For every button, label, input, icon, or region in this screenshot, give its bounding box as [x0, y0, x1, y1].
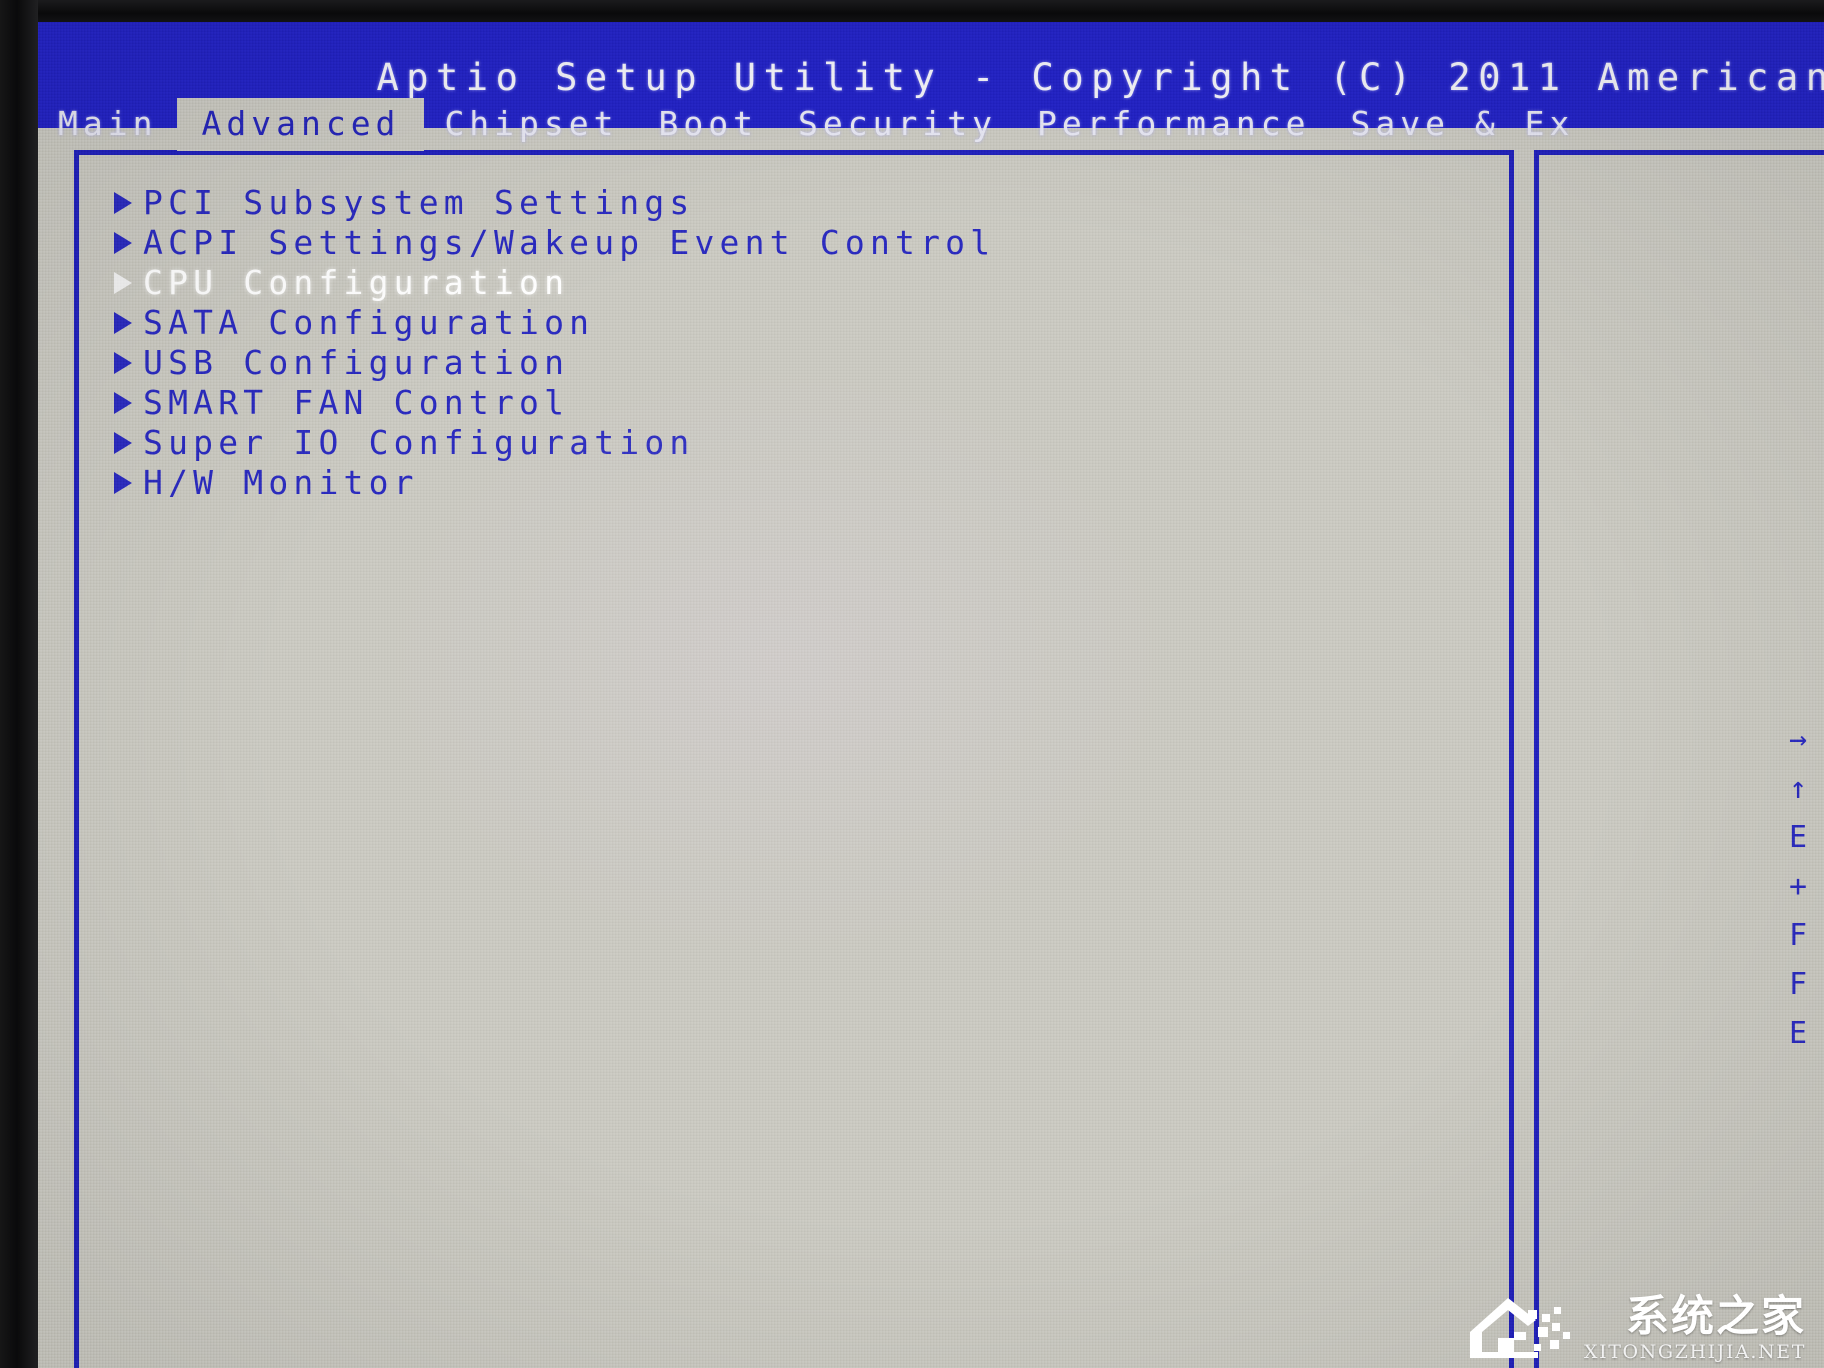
menu-item-cpu-configuration[interactable]: CPU Configuration: [103, 263, 1499, 303]
menu-item-label: PCI Subsystem Settings: [143, 183, 695, 222]
help-line: +: [1789, 869, 1812, 904]
menu-item-label: ACPI Settings/Wakeup Event Control: [143, 223, 996, 262]
tab-chipset[interactable]: Chipset: [424, 98, 638, 151]
tab-boot[interactable]: Boot: [639, 98, 778, 151]
menu-item-label: Super IO Configuration: [143, 423, 695, 462]
help-line: →: [1789, 722, 1812, 757]
help-line: E: [1789, 820, 1812, 855]
tab-security[interactable]: Security: [778, 98, 1017, 151]
tab-performance[interactable]: Performance: [1017, 98, 1331, 151]
menu-item-sata-configuration[interactable]: SATA Configuration: [103, 303, 1499, 343]
triangle-right-icon: [103, 230, 143, 256]
menu-item-usb-configuration[interactable]: USB Configuration: [103, 343, 1499, 383]
triangle-right-icon: [103, 310, 143, 336]
triangle-right-icon: [103, 430, 143, 456]
triangle-right-icon: [103, 350, 143, 376]
monitor-bezel-top: [0, 0, 1824, 22]
help-line: F: [1789, 918, 1812, 953]
triangle-right-icon: [103, 190, 143, 216]
menu-item-acpi-settings-wakeup-event-control[interactable]: ACPI Settings/Wakeup Event Control: [103, 223, 1499, 263]
menu-item-hw-monitor[interactable]: H/W Monitor: [103, 463, 1499, 503]
settings-menu-list[interactable]: PCI Subsystem Settings ACPI Settings/Wak…: [103, 183, 1499, 503]
bios-body: PCI Subsystem Settings ACPI Settings/Wak…: [38, 128, 1824, 1368]
tab-advanced[interactable]: Advanced: [177, 98, 425, 151]
monitor-bezel-left: [0, 0, 38, 1368]
menu-item-super-io-configuration[interactable]: Super IO Configuration: [103, 423, 1499, 463]
tab-bar[interactable]: Main Advanced Chipset Boot Security Perf…: [38, 98, 1595, 151]
help-key-list: → ↑ E + F F E: [1789, 715, 1824, 1058]
help-line: F: [1789, 967, 1812, 1002]
menu-item-label: H/W Monitor: [143, 463, 419, 502]
tab-save-and-exit[interactable]: Save & Ex: [1331, 98, 1595, 151]
triangle-right-icon: [103, 390, 143, 416]
triangle-right-icon: [103, 270, 143, 296]
settings-panel: PCI Subsystem Settings ACPI Settings/Wak…: [74, 150, 1514, 1368]
menu-item-label: SATA Configuration: [143, 303, 595, 342]
menu-item-pci-subsystem-settings[interactable]: PCI Subsystem Settings: [103, 183, 1499, 223]
menu-item-label: CPU Configuration: [143, 263, 570, 302]
page-title: Aptio Setup Utility - Copyright (C) 2011…: [376, 56, 1824, 99]
menu-item-smart-fan-control[interactable]: SMART FAN Control: [103, 383, 1499, 423]
triangle-right-icon: [103, 470, 143, 496]
bios-screen: Aptio Setup Utility - Copyright (C) 2011…: [38, 22, 1824, 1368]
menu-item-label: USB Configuration: [143, 343, 570, 382]
menu-item-label: SMART FAN Control: [143, 383, 570, 422]
help-panel: → ↑ E + F F E: [1534, 150, 1824, 1368]
monitor-photo: Aptio Setup Utility - Copyright (C) 2011…: [0, 0, 1824, 1368]
help-line: ↑: [1789, 771, 1812, 806]
help-line: E: [1789, 1016, 1812, 1051]
tab-main[interactable]: Main: [38, 98, 177, 151]
